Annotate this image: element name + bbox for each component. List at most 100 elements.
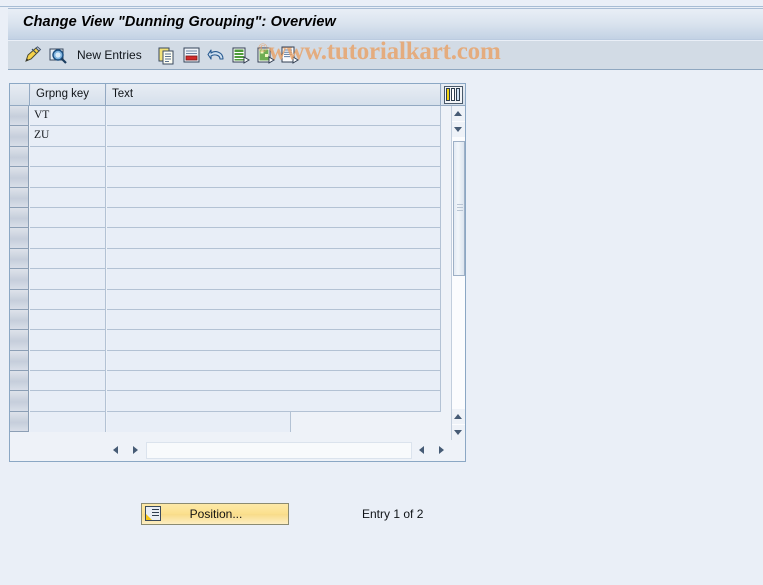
table-row[interactable] (10, 146, 465, 168)
table-row[interactable] (10, 309, 465, 331)
cell-grpng-key[interactable] (30, 269, 106, 290)
table-row[interactable] (10, 330, 465, 351)
cell-grpng-key[interactable] (30, 350, 106, 372)
position-button[interactable]: Position... (141, 503, 289, 525)
table-row[interactable] (10, 248, 465, 270)
magnifier-display-icon[interactable] (48, 46, 68, 65)
column-header-grpng-key[interactable]: Grpng key (31, 84, 106, 105)
page-title: Change View "Dunning Grouping": Overview (23, 14, 336, 30)
cell-grpng-key[interactable] (30, 187, 106, 208)
scroll-page-up-button[interactable] (452, 409, 465, 424)
table-settings-icon[interactable] (444, 86, 463, 104)
row-select-button[interactable] (10, 330, 29, 351)
table-row[interactable] (10, 167, 465, 188)
cell-grpng-key[interactable] (30, 207, 106, 229)
settings-col-white (451, 88, 455, 101)
arrow-left-icon (419, 446, 424, 454)
arrow-up-icon (454, 414, 462, 419)
delete-row-icon[interactable] (182, 46, 202, 65)
row-select-button[interactable] (10, 391, 29, 412)
cell-grpng-key[interactable] (30, 411, 106, 433)
cell-text[interactable] (107, 411, 291, 433)
row-select-button[interactable] (10, 187, 29, 208)
cell-text[interactable] (107, 167, 441, 188)
cell-grpng-key[interactable] (30, 167, 106, 188)
cell-grpng-key[interactable]: VT (30, 106, 106, 127)
pencil-display-change-icon[interactable] (23, 46, 43, 65)
vertical-scrollbar-thumb[interactable] (453, 141, 465, 276)
row-select-button[interactable] (10, 146, 29, 168)
row-select-button[interactable] (10, 106, 29, 127)
row-select-button[interactable] (10, 228, 29, 249)
cell-text[interactable] (107, 248, 441, 270)
arrow-up-icon (454, 111, 462, 116)
table-corner-cell[interactable] (10, 84, 30, 105)
row-select-button[interactable] (10, 289, 29, 310)
scroll-down-button[interactable] (452, 122, 465, 137)
copy-icon[interactable] (157, 46, 177, 65)
cell-grpng-key[interactable] (30, 391, 106, 412)
vertical-scrollbar[interactable] (451, 106, 465, 440)
column-header-text[interactable]: Text (107, 84, 441, 105)
row-select-button[interactable] (10, 309, 29, 331)
scroll-left-button-2[interactable] (414, 442, 431, 459)
cell-text[interactable] (107, 309, 441, 331)
row-select-button[interactable] (10, 371, 29, 392)
cell-text[interactable] (107, 330, 441, 351)
table-row[interactable] (10, 289, 465, 310)
table-row[interactable] (10, 269, 465, 290)
table-row[interactable] (10, 371, 465, 392)
arrow-down-icon (454, 127, 462, 132)
cell-text[interactable] (107, 371, 441, 392)
horizontal-scrollbar[interactable] (107, 441, 465, 461)
table-row[interactable] (10, 391, 465, 412)
cell-grpng-key[interactable] (30, 248, 106, 270)
cell-text[interactable] (107, 187, 441, 208)
table-row[interactable]: ZU (10, 126, 465, 147)
row-select-button[interactable] (10, 269, 29, 290)
row-select-button[interactable] (10, 167, 29, 188)
cell-grpng-key[interactable] (30, 371, 106, 392)
row-select-button[interactable] (10, 350, 29, 372)
table-row[interactable]: VT (10, 106, 465, 127)
arrow-left-icon (113, 446, 118, 454)
cell-text[interactable] (107, 350, 441, 372)
cell-grpng-key[interactable] (30, 309, 106, 331)
cell-text[interactable] (107, 269, 441, 290)
table-row[interactable] (10, 350, 465, 372)
data-table: Grpng key Text VT ZU (9, 83, 466, 462)
row-select-button[interactable] (10, 126, 29, 147)
watermark-text: www.tutorialkart.com (268, 38, 501, 65)
scroll-right-button-2[interactable] (433, 442, 450, 459)
horizontal-scrollbar-track[interactable] (146, 442, 412, 459)
scroll-up-button[interactable] (452, 106, 465, 121)
cell-grpng-key[interactable] (30, 330, 106, 351)
row-select-button[interactable] (10, 411, 29, 433)
top-divider (0, 6, 763, 7)
cell-text[interactable] (107, 391, 441, 412)
cell-text[interactable] (107, 126, 441, 147)
table-row[interactable] (10, 187, 465, 208)
cell-text[interactable] (107, 207, 441, 229)
cell-text[interactable] (107, 146, 441, 168)
scroll-page-down-button[interactable] (452, 425, 465, 440)
new-entries-button[interactable]: New Entries (77, 48, 142, 62)
cell-grpng-key[interactable] (30, 146, 106, 168)
scroll-left-button[interactable] (108, 442, 125, 459)
select-all-icon[interactable] (231, 46, 251, 65)
cell-text[interactable] (107, 228, 441, 249)
table-row[interactable] (10, 207, 465, 229)
cell-grpng-key[interactable] (30, 228, 106, 249)
table-row[interactable] (10, 411, 465, 433)
undo-icon[interactable] (207, 46, 227, 65)
table-row[interactable] (10, 228, 465, 249)
row-select-button[interactable] (10, 248, 29, 270)
cell-grpng-key[interactable] (30, 289, 106, 310)
cell-text[interactable] (107, 106, 441, 127)
cell-text[interactable] (107, 289, 441, 310)
cell-grpng-key[interactable]: ZU (30, 126, 106, 147)
scroll-right-button[interactable] (127, 442, 144, 459)
table-body: VT ZU (10, 106, 465, 440)
arrow-right-icon (439, 446, 444, 454)
row-select-button[interactable] (10, 207, 29, 229)
